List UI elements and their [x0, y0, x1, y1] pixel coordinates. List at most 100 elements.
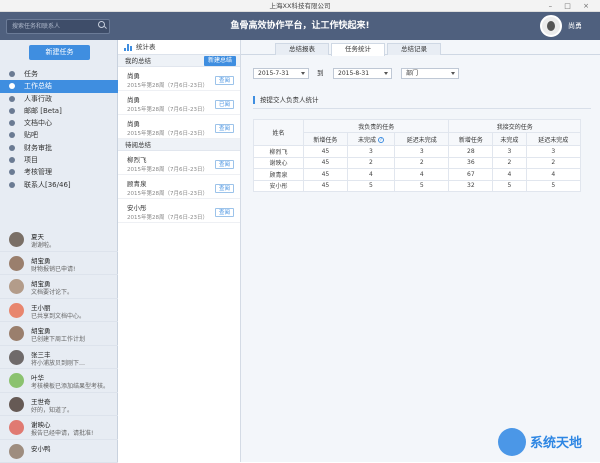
list-item[interactable]: 尚勇2015年第28周（7月6日-23日）查阅	[118, 67, 240, 91]
contact-item[interactable]: 谢映心报告已经申请，请批准!	[0, 416, 118, 440]
contact-item[interactable]: 叶华考核模板已添加结果型考核。	[0, 369, 118, 393]
table-cell: 5	[526, 180, 580, 192]
slogan: 鱼骨高效协作平台，让工作快起来!	[150, 12, 450, 40]
search-icon[interactable]	[98, 21, 105, 28]
table-cell: 32	[449, 180, 493, 192]
tab-task-stats[interactable]: 任务统计	[331, 43, 385, 56]
table-cell: 28	[449, 146, 493, 158]
contact-item[interactable]: 张三丰将小浦放贝到刚下…	[0, 346, 118, 370]
entry-name: 安小彤	[127, 202, 147, 212]
table-cell: 2	[395, 157, 449, 169]
avatar	[9, 420, 24, 435]
tab-bar: 总结报表 任务统计 总结记录	[241, 40, 600, 55]
user-avatar[interactable]	[540, 15, 562, 37]
sidebar-item-project[interactable]: 项目	[0, 154, 118, 166]
column-header-label: 未完成	[358, 137, 376, 144]
entry-status-button[interactable]: 查阅	[215, 76, 234, 85]
sidebar-item-label: 文档中心	[24, 119, 52, 127]
contact-item[interactable]: 胡宝勇财物报销已申请!	[0, 252, 118, 276]
table-cell: 5	[395, 180, 449, 192]
review-summary-section: 待阅总结	[118, 139, 240, 151]
sidebar-item-finance[interactable]: 财务审批	[0, 142, 118, 154]
info-icon[interactable]: ?	[378, 137, 384, 143]
entry-date: 2015年第28周（7月6日-23日）	[127, 165, 208, 173]
contact-item[interactable]: 安小鸭	[0, 440, 118, 463]
table-cell: 45	[304, 146, 348, 158]
search-input[interactable]: 搜索任务和联系人	[6, 19, 110, 34]
main-content: 总结报表 任务统计 总结记录 2015-7-31 到 2015-8-31 部门 …	[241, 40, 600, 462]
search-placeholder: 搜索任务和联系人	[12, 23, 60, 30]
chevron-down-icon	[384, 72, 388, 75]
entry-status-button[interactable]: 查阅	[215, 208, 234, 217]
contact-message: 文档要讨论下。	[31, 287, 73, 296]
to-label: 到	[317, 68, 324, 79]
avatar	[9, 303, 24, 318]
contact-item[interactable]: 王世奇好的，知道了。	[0, 393, 118, 417]
tab-summary-records[interactable]: 总结记录	[387, 43, 441, 55]
contact-item[interactable]: 胡宝勇文档要讨论下。	[0, 275, 118, 299]
list-item[interactable]: 安小彤2015年第28周（7月6日-23日） 查阅	[118, 199, 240, 223]
table-cell: 2	[526, 157, 580, 169]
sidebar-item-forum[interactable]: 贴吧	[0, 129, 118, 141]
entry-date: 2015年第28周（7月6日-23日）	[127, 213, 208, 221]
sidebar-item-contacts[interactable]: 联系人[36/46]	[0, 179, 118, 191]
avatar	[9, 232, 24, 247]
contact-item[interactable]: 胡宝勇已创建下周工作计划	[0, 322, 118, 346]
contact-item[interactable]: 王小丽已共享到文档中心。	[0, 299, 118, 323]
entry-date: 2015年第28周（7月6日-23日）	[127, 105, 208, 113]
bar-chart-icon	[124, 44, 132, 51]
sidebar-item-hr[interactable]: 人事行政	[0, 93, 118, 105]
contact-message: 已创建下周工作计划	[31, 334, 85, 343]
entry-status-button[interactable]: 查阅	[215, 124, 234, 133]
folder-icon	[9, 120, 15, 126]
money-icon	[9, 145, 15, 151]
department-select[interactable]: 部门	[401, 68, 459, 79]
sidebar-item-mail[interactable]: 邮邮 [Beta]	[0, 105, 118, 117]
responsible-group-header: 我负责的任务	[304, 120, 449, 133]
entry-status-button[interactable]: 查阅	[215, 160, 234, 169]
table-cell: 4	[395, 169, 449, 181]
table-cell: 2	[347, 157, 394, 169]
entry-status-button[interactable]: 查阅	[215, 184, 234, 193]
date-to-select[interactable]: 2015-8-31	[333, 68, 392, 79]
list-item[interactable]: 尚勇2015年第28周（7月6日-23日）查阅	[118, 115, 240, 139]
table-cell: 4	[347, 169, 394, 181]
mail-icon	[9, 108, 15, 114]
window-controls[interactable]: – □ ×	[549, 0, 594, 12]
column-header: 延迟未完成	[526, 133, 580, 146]
entry-status-button[interactable]: 已阅	[215, 100, 234, 109]
chevron-down-icon	[451, 72, 455, 75]
table-cell: 45	[304, 157, 348, 169]
sidebar-item-assessment[interactable]: 考核管理	[0, 166, 118, 178]
table-row: 顾青泉 45 4 4 67 4 4	[254, 169, 581, 181]
stats-table-link[interactable]: 统计表	[118, 40, 240, 55]
new-summary-button[interactable]: 新建总结	[204, 56, 236, 66]
entry-date: 2015年第28周（7月6日-23日）	[127, 189, 208, 197]
row-name: 顾青泉	[254, 169, 304, 181]
list-item[interactable]: 顾青泉2015年第28周（7月6日-23日）查阅	[118, 175, 240, 199]
sidebar-item-task[interactable]: 任务	[0, 68, 118, 80]
sidebar-item-label: 工作总结	[24, 82, 52, 90]
contact-list: 夏天谢谢啦。 胡宝勇财物报销已申请! 胡宝勇文档要讨论下。 王小丽已共享到文档中…	[0, 228, 118, 463]
sidebar-item-docs[interactable]: 文档中心	[0, 117, 118, 129]
contact-item[interactable]: 夏天谢谢啦。	[0, 228, 118, 252]
date-to-value: 2015-8-31	[338, 70, 369, 77]
contact-message: 报告已经申请，请批准!	[31, 428, 93, 437]
table-cell: 3	[526, 146, 580, 158]
table-row: 谢映心 45 2 2 36 2 2	[254, 157, 581, 169]
tab-summary-report[interactable]: 总结报表	[275, 43, 329, 55]
username[interactable]: 尚勇	[568, 12, 582, 40]
list-item[interactable]: 尚勇2015年第28周（7月6日-23日）已阅	[118, 91, 240, 115]
list-item[interactable]: 柳烈飞2015年第28周（7月6日-23日）查阅	[118, 151, 240, 175]
table-cell: 3	[493, 146, 526, 158]
table-cell: 36	[449, 157, 493, 169]
sidebar-nav: 任务 工作总结 人事行政 邮邮 [Beta] 文档中心 贴吧 财务审批 项目 考…	[0, 68, 118, 191]
sidebar-item-summary[interactable]: 工作总结	[0, 80, 118, 92]
column-header: 未完成 ?	[347, 133, 394, 146]
sidebar-item-label: 考核管理	[24, 168, 52, 176]
table-cell: 5	[347, 180, 394, 192]
new-task-button[interactable]: 新建任务	[29, 45, 90, 60]
sidebar-item-label: 财务审批	[24, 144, 52, 152]
date-from-select[interactable]: 2015-7-31	[253, 68, 309, 79]
sidebar-item-label: 联系人[36/46]	[24, 181, 71, 189]
